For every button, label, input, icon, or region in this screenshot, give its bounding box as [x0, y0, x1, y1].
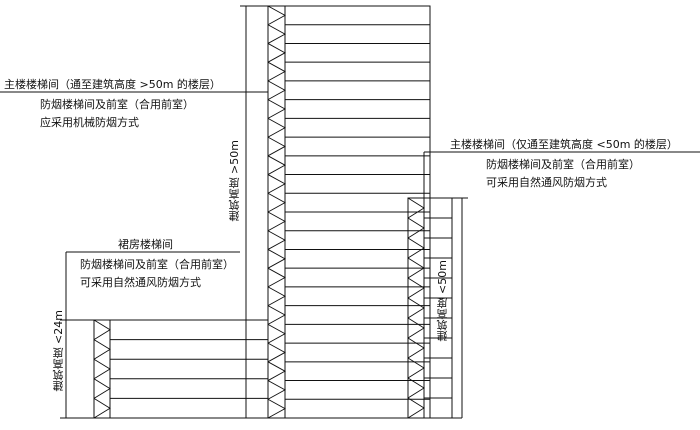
main-tower-stair-flight — [267, 174, 286, 194]
main-tower-stair-flight — [267, 117, 286, 138]
main-tower-stair-flight — [267, 155, 286, 175]
secondary-tower-stair-flight — [407, 297, 425, 319]
main-tower-stair-flight — [267, 43, 286, 63]
main-tower-stair-flight — [267, 80, 286, 101]
main-tower-stair-flight — [267, 61, 286, 82]
secondary-tower-stair-flight — [407, 197, 425, 219]
podium-stair-title: 裙房楼梯间 — [118, 238, 173, 251]
main-tower-floors — [267, 5, 430, 419]
podium-outline — [93, 319, 269, 419]
secondary-tower-stair-flight — [407, 277, 425, 299]
main-tower-stair-flight — [267, 267, 286, 288]
secondary-tower-height-label: 建筑高度 <50m — [436, 260, 449, 342]
podium-floors — [93, 319, 268, 419]
secondary-tower-stair-type: 防烟楼梯间及前室（合用前室） — [486, 158, 640, 171]
secondary-tower-stair-flight — [407, 237, 425, 259]
main-tower-stair-flight — [267, 24, 286, 44]
main-tower-stair-flight — [267, 211, 286, 232]
main-tower-stair-flight — [267, 398, 286, 419]
main-tower-stair-flight — [267, 192, 286, 213]
podium-stair-flight — [93, 398, 111, 419]
main-tower-stair-flight — [267, 305, 286, 325]
building-section-drawing — [0, 5, 700, 419]
main-tower-stair-flight — [267, 136, 286, 157]
main-tower-stair-flight — [267, 5, 286, 26]
secondary-tower-stair-flight — [407, 337, 425, 359]
main-tower-stair-flight — [267, 380, 286, 400]
secondary-tower-smoke-control: 可采用自然通风防烟方式 — [486, 176, 607, 189]
secondary-tower-stair-flight — [407, 357, 425, 379]
main-tower-stair-flight — [267, 286, 286, 307]
secondary-tower-stair-flight — [407, 397, 425, 419]
podium-stair-type: 防烟楼梯间及前室（合用前室） — [80, 258, 234, 271]
podium-stair-flight — [93, 378, 111, 399]
secondary-tower-stair-title: 主楼楼梯间（仅通至建筑高度 <50m 的楼层） — [450, 138, 678, 151]
main-tower-stair-title: 主楼楼梯间（通至建筑高度 >50m 的楼层） — [4, 78, 221, 91]
main-tower-stair-flight — [267, 249, 286, 269]
main-tower-smoke-control: 应采用机械防烟方式 — [40, 116, 139, 129]
elevation-diagram: 主楼楼梯间（通至建筑高度 >50m 的楼层） 防烟楼梯间及前室（合用前室） 应采… — [0, 0, 700, 425]
secondary-tower-stair-flight — [407, 317, 425, 339]
podium-stair-flight — [93, 319, 111, 340]
main-tower-height-label: 建筑高度 >50m — [228, 140, 241, 222]
main-tower-stair-type: 防烟楼梯间及前室（合用前室） — [40, 98, 194, 111]
podium-height-label: 建筑高度 <24m — [52, 310, 65, 392]
podium-stair-flight — [93, 358, 111, 380]
main-tower-stair-flight — [267, 361, 286, 381]
main-tower-stair-flight — [267, 99, 286, 119]
secondary-tower-stair-flight — [407, 217, 425, 239]
main-tower-stair-flight — [267, 323, 286, 344]
main-tower-stair-flight — [267, 342, 286, 363]
main-tower-stair-flight — [267, 230, 286, 250]
podium-smoke-control: 可采用自然通风防烟方式 — [80, 276, 201, 289]
podium-stair-flight — [93, 339, 111, 360]
